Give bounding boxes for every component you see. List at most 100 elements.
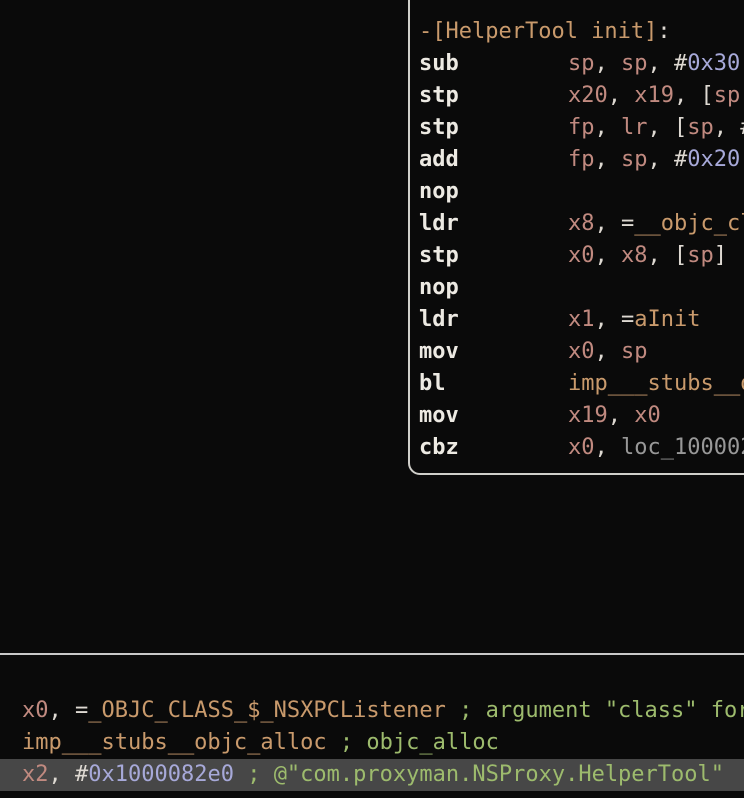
token-register: lr — [621, 115, 648, 140]
mnemonic-token: stp — [419, 240, 568, 272]
asm-instruction-row[interactable]: stpx0, x8, [sp] — [419, 240, 744, 272]
procedure-label-line[interactable]: -[HelperTool init]: — [419, 16, 744, 48]
token-comment: ; objc_alloc — [327, 730, 499, 755]
asm-instruction-row[interactable]: cbzx0, loc_100002 — [419, 432, 744, 464]
mnemonic-token: cbz — [419, 432, 568, 464]
asm-instruction-row[interactable]: stpfp, lr, [sp, # — [419, 112, 744, 144]
asm-instruction-row[interactable]: blimp___stubs__o — [419, 368, 744, 400]
token-comment: ; — [740, 307, 744, 332]
token-punctuation: , # — [714, 115, 744, 140]
token-register: sp — [621, 51, 648, 76]
token-punctuation: , — [740, 83, 744, 108]
token-punctuation: , — [595, 51, 622, 76]
token-register: sp — [621, 339, 648, 364]
token-comment: ; — [740, 339, 744, 364]
mnemonic-token: add — [419, 144, 568, 176]
token-register: x0 — [568, 339, 595, 364]
mnemonic-token: nop — [419, 176, 568, 208]
token-punctuation: , — [595, 435, 622, 460]
token-punctuation: , # — [648, 147, 688, 172]
token-symbol: imp___stubs__objc_alloc — [22, 730, 327, 755]
token-symbol: imp___stubs__o — [568, 371, 744, 396]
operands: fp, lr, [sp, # — [568, 115, 744, 140]
token-register: sp — [687, 243, 714, 268]
token-register: fp — [568, 115, 595, 140]
token-symbol: _OBJC_CLASS_$_NSXPCListener — [88, 698, 446, 723]
asm-instruction-row[interactable]: ldrx8, =__objc_cl — [419, 208, 744, 240]
token-punctuation: , [ — [674, 83, 714, 108]
token-plain — [648, 339, 741, 364]
mnemonic-token: nop — [419, 272, 568, 304]
token-symbol: -[HelperTool init] — [419, 19, 657, 44]
token-punctuation: , — [595, 339, 622, 364]
token-register: x19 — [568, 403, 608, 428]
asm-instruction-row[interactable]: nop — [419, 176, 744, 208]
mnemonic-token: mov — [419, 400, 568, 432]
asm-instruction-row[interactable]: subsp, sp, #0x30 — [419, 48, 744, 80]
operands: x20, x19, [sp, — [568, 83, 744, 108]
token-punctuation: , # — [648, 51, 688, 76]
token-comment: ; argument "class" for — [446, 698, 744, 723]
token-register: sp — [568, 51, 595, 76]
token-register: sp — [714, 83, 741, 108]
token-register: fp — [568, 147, 595, 172]
mnemonic-token: sub — [419, 48, 568, 80]
asm-instruction-row[interactable]: ldrx1, =aInit ; — [419, 304, 744, 336]
token-register: x19 — [634, 83, 674, 108]
token-punctuation: , [ — [648, 115, 688, 140]
asm-instruction-row[interactable]: nop — [419, 272, 744, 304]
asm-instruction-row[interactable]: stpx20, x19, [sp, — [419, 80, 744, 112]
disasm-line[interactable]: imp___stubs__objc_alloc ; objc_alloc — [0, 727, 744, 759]
token-register: x20 — [568, 83, 608, 108]
operands: x8, =__objc_cl — [568, 211, 744, 236]
instruction-popover: -[HelperTool init]: subsp, sp, #0x30stpx… — [408, 0, 744, 475]
token-punctuation: , — [595, 147, 622, 172]
operands: imp___stubs__o — [568, 371, 744, 396]
token-symbol: __objc_cl — [634, 211, 744, 236]
operands: x0, x8, [sp] — [568, 243, 727, 268]
disasm-line[interactable]: x0, =_OBJC_CLASS_$_NSXPCListener ; argum… — [0, 695, 744, 727]
asm-instruction-row[interactable]: movx0, sp ; — [419, 336, 744, 368]
operands: sp, sp, #0x30 — [568, 51, 740, 76]
disasm-line-selected[interactable]: x2, #0x1000082e0 ; @"com.proxyman.NSProx… — [0, 759, 744, 791]
operands: x19, x0 — [568, 403, 661, 428]
token-punctuation: , # — [49, 762, 89, 787]
assembly-instruction-list: subsp, sp, #0x30stpx20, x19, [sp,stpfp, … — [419, 48, 744, 464]
token-register: sp — [687, 115, 714, 140]
token-plain — [700, 307, 740, 332]
operands: x0, sp ; — [568, 339, 744, 364]
token-register: x8 — [568, 211, 595, 236]
token-comment: ; @"com.proxyman.NSProxy.HelperTool" — [234, 762, 724, 787]
token-register: x0 — [568, 243, 595, 268]
asm-instruction-row[interactable]: addfp, sp, #0x20 — [419, 144, 744, 176]
mnemonic-token: stp — [419, 112, 568, 144]
operands: x1, =aInit ; — [568, 307, 744, 332]
token-punctuation: : — [657, 19, 670, 44]
token-number: 0x30 — [687, 51, 740, 76]
asm-instruction-row[interactable]: movx19, x0 — [419, 400, 744, 432]
token-punctuation: , = — [49, 698, 89, 723]
mnemonic-token: ldr — [419, 208, 568, 240]
mnemonic-token: bl — [419, 368, 568, 400]
token-punctuation: , = — [595, 307, 635, 332]
operands: fp, sp, #0x20 — [568, 147, 740, 172]
token-punctuation: , — [608, 83, 635, 108]
assembly-listing: -[HelperTool init]: subsp, sp, #0x30stpx… — [410, 0, 744, 464]
token-punctuation: ] — [714, 243, 727, 268]
token-register: sp — [621, 147, 648, 172]
disassembly-pane: x0, =_OBJC_CLASS_$_NSXPCListener ; argum… — [0, 655, 744, 798]
token-register: x0 — [22, 698, 49, 723]
token-number: 0x20 — [687, 147, 740, 172]
mnemonic-token: stp — [419, 80, 568, 112]
token-register: x2 — [22, 762, 49, 787]
token-number: 0x1000082e0 — [88, 762, 234, 787]
operands: x0, loc_100002 — [568, 435, 744, 460]
token-location: loc_100002 — [621, 435, 744, 460]
token-punctuation: , — [595, 243, 622, 268]
disassembly-line-list: x0, =_OBJC_CLASS_$_NSXPCListener ; argum… — [0, 655, 744, 791]
mnemonic-token: ldr — [419, 304, 568, 336]
token-punctuation: , = — [595, 211, 635, 236]
token-punctuation: , — [608, 403, 635, 428]
token-register: x8 — [621, 243, 648, 268]
token-register: x1 — [568, 307, 595, 332]
